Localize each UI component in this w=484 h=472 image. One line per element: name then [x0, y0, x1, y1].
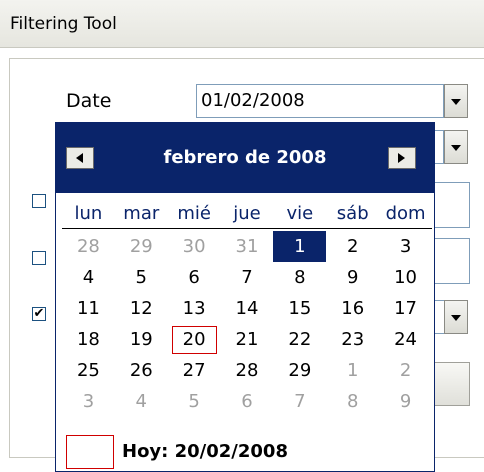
day-cell[interactable]: 15 [273, 293, 326, 324]
prev-month-button[interactable] [66, 147, 94, 169]
filter-checkbox-1[interactable] [32, 194, 46, 208]
weekday-label: mar [123, 203, 160, 224]
next-month-button[interactable] [388, 147, 416, 169]
day-cell[interactable]: 4 [115, 386, 168, 417]
day-cell[interactable]: 29 [115, 231, 168, 262]
left-arrow-icon [76, 153, 83, 163]
weekday-label: sáb [336, 203, 369, 224]
today-link[interactable]: Hoy: 20/02/2008 [122, 441, 288, 462]
month-title: febrero de 2008 [163, 147, 327, 168]
apply-button[interactable] [430, 362, 470, 406]
day-cell[interactable]: 5 [115, 262, 168, 293]
filter-field-1[interactable] [430, 182, 470, 228]
panel-title: Filtering Tool [10, 14, 117, 34]
second-dropdown-button[interactable] [444, 130, 468, 164]
day-cell[interactable]: 5 [168, 386, 221, 417]
day-cell[interactable]: 6 [168, 262, 221, 293]
day-cell[interactable]: 12 [115, 293, 168, 324]
day-cell[interactable]: 30 [168, 231, 221, 262]
filter-checkbox-3[interactable]: ✔ [32, 307, 46, 321]
weekday-label: jue [233, 203, 261, 224]
filter-dropdown-button-3[interactable] [444, 300, 468, 334]
day-cell[interactable]: 8 [273, 262, 326, 293]
day-cell[interactable]: 8 [326, 386, 379, 417]
day-cell[interactable]: 11 [62, 293, 115, 324]
filter-field-2[interactable] [430, 238, 470, 284]
day-cell[interactable]: 16 [326, 293, 379, 324]
calendar-header: febrero de 2008 [56, 123, 434, 193]
day-cell[interactable]: 3 [379, 231, 432, 262]
panel-title-bar: Filtering Tool [0, 0, 484, 48]
day-cell[interactable]: 1 [326, 355, 379, 386]
days-grid: 28 29 30 31 1 2 3 4 5 6 7 8 9 10 11 12 13 14 15 16 17 18 19 20 2… [62, 231, 432, 419]
weekday-label: dom [385, 203, 426, 224]
day-cell[interactable]: 2 [379, 355, 432, 386]
day-cell[interactable]: 29 [273, 355, 326, 386]
day-cell[interactable]: 18 [62, 324, 115, 355]
weekday-label: vie [286, 203, 314, 224]
weekday-label: lun [74, 203, 103, 224]
day-cell[interactable]: 25 [62, 355, 115, 386]
weekday-header-row: lun mar mié jue vie sáb dom [62, 201, 432, 229]
day-cell[interactable]: 14 [221, 293, 274, 324]
day-cell[interactable]: 22 [273, 324, 326, 355]
day-cell[interactable]: 28 [221, 355, 274, 386]
filter-checkbox-2[interactable] [32, 251, 46, 265]
date-input[interactable]: 01/02/2008 [196, 84, 444, 118]
day-cell-today[interactable]: 20 [168, 324, 221, 355]
day-cell[interactable]: 19 [115, 324, 168, 355]
day-cell[interactable]: 3 [62, 386, 115, 417]
day-cell[interactable]: 21 [221, 324, 274, 355]
day-cell[interactable]: 24 [379, 324, 432, 355]
day-cell[interactable]: 31 [221, 231, 274, 262]
day-cell[interactable]: 28 [62, 231, 115, 262]
date-picker-popup: febrero de 2008 lun mar mié jue vie sáb dom 28… [55, 122, 435, 472]
day-cell[interactable]: 7 [273, 386, 326, 417]
day-cell-selected[interactable]: 1 [273, 231, 327, 262]
day-cell[interactable]: 13 [168, 293, 221, 324]
day-cell[interactable]: 7 [221, 262, 274, 293]
day-cell[interactable]: 4 [62, 262, 115, 293]
day-cell[interactable]: 26 [115, 355, 168, 386]
day-cell[interactable]: 10 [379, 262, 432, 293]
date-label: Date [66, 90, 112, 112]
right-arrow-icon [398, 153, 405, 163]
day-cell[interactable]: 2 [326, 231, 379, 262]
weekday-label: mié [177, 203, 211, 224]
day-cell[interactable]: 27 [168, 355, 221, 386]
day-cell[interactable]: 6 [221, 386, 274, 417]
day-cell[interactable]: 9 [326, 262, 379, 293]
day-cell[interactable]: 9 [379, 386, 432, 417]
day-cell[interactable]: 17 [379, 293, 432, 324]
date-dropdown-button[interactable] [444, 84, 468, 118]
day-cell[interactable]: 23 [326, 324, 379, 355]
